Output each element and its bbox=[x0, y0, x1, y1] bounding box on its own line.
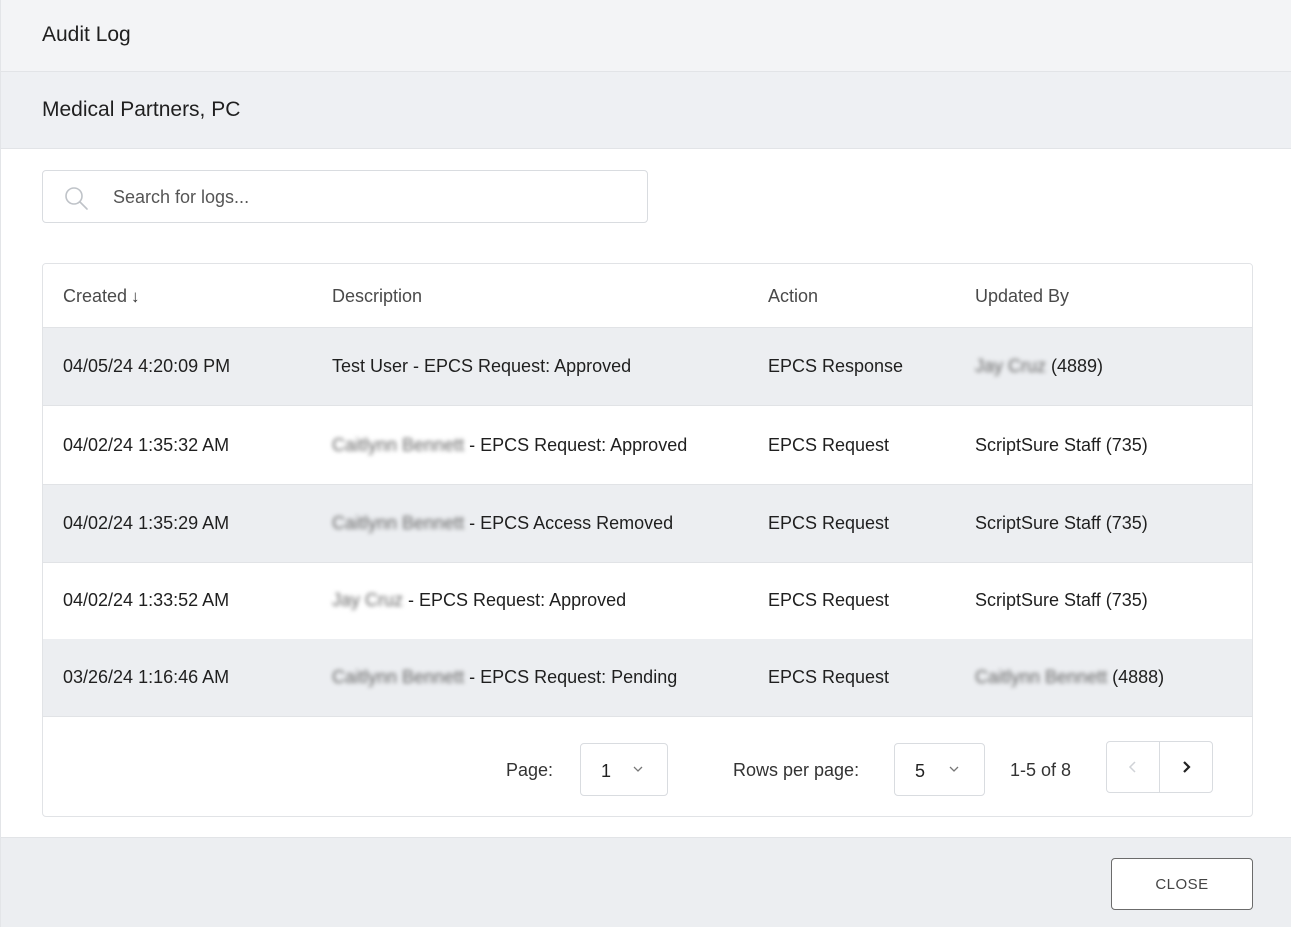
action-cell: EPCS Request bbox=[768, 667, 890, 687]
search-box[interactable] bbox=[42, 170, 648, 223]
action-cell: EPCS Request bbox=[768, 590, 890, 610]
updated-by-cell: ScriptSure Staff (735) bbox=[975, 590, 1148, 611]
column-header-description[interactable]: Description bbox=[332, 286, 422, 307]
description-text: - EPCS Request: Pending bbox=[464, 667, 678, 687]
sort-descending-icon[interactable]: ↓ bbox=[131, 287, 140, 307]
rows-per-page-label: Rows per page: bbox=[733, 760, 860, 780]
close-button[interactable]: CLOSE bbox=[1111, 858, 1253, 910]
updated-by-cell: Caitlynn Bennett (4888) bbox=[975, 667, 1164, 688]
search-input[interactable] bbox=[113, 181, 613, 213]
action-cell: EPCS Request bbox=[768, 435, 890, 455]
column-header-created[interactable]: Created ↓ bbox=[63, 286, 140, 307]
page-value: 1 bbox=[601, 761, 612, 781]
description-cell: Jay Cruz - EPCS Request: Approved bbox=[332, 590, 626, 611]
description-cell: Caitlynn Bennett - EPCS Request: Pending bbox=[332, 667, 677, 688]
description-cell: Caitlynn Bennett - EPCS Request: Approve… bbox=[332, 435, 687, 456]
created-cell: 04/05/24 4:20:09 PM bbox=[63, 356, 231, 376]
updated-by-cell: Jay Cruz (4889) bbox=[975, 356, 1103, 377]
page-range: 1-5 of 8 bbox=[1010, 760, 1072, 780]
updated-by-cell: ScriptSure Staff (735) bbox=[975, 513, 1148, 534]
description-cell: Test User - EPCS Request: Approved bbox=[332, 356, 631, 377]
redacted-name: Caitlynn Bennett bbox=[332, 667, 465, 687]
organization-header: Medical Partners, PC bbox=[1, 72, 1291, 149]
updated-by-text: (4888) bbox=[1107, 667, 1165, 687]
table-row[interactable]: 04/02/24 1:35:32 AM Caitlynn Bennett - E… bbox=[43, 407, 1252, 485]
audit-log-table: Created ↓ Description Action Updated By 0… bbox=[42, 263, 1253, 817]
redacted-name: Caitlynn Bennett bbox=[332, 435, 465, 455]
created-cell: 04/02/24 1:35:32 AM bbox=[63, 435, 230, 455]
chevron-down-icon bbox=[633, 766, 643, 772]
organization-name: Medical Partners, PC bbox=[42, 98, 241, 121]
search-icon bbox=[65, 187, 88, 210]
created-cell: 04/02/24 1:33:52 AM bbox=[63, 590, 230, 610]
rows-per-page-value: 5 bbox=[915, 761, 926, 781]
table-row[interactable]: 03/26/24 1:16:46 AM Caitlynn Bennett - E… bbox=[43, 639, 1252, 717]
created-cell: 04/02/24 1:35:29 AM bbox=[63, 513, 230, 533]
pagination-bar: Page: 1 Rows per page: 5 1-5 of 8 bbox=[43, 718, 1252, 816]
rows-per-page-select[interactable]: 5 bbox=[894, 743, 985, 796]
column-header-action[interactable]: Action bbox=[768, 286, 818, 307]
updated-by-text: ScriptSure Staff (735) bbox=[975, 513, 1148, 533]
page-select[interactable]: 1 bbox=[580, 743, 668, 796]
action-cell: EPCS Response bbox=[768, 356, 904, 376]
updated-by-text: ScriptSure Staff (735) bbox=[975, 590, 1148, 610]
next-page-button[interactable] bbox=[1159, 741, 1213, 793]
redacted-name: Caitlynn Bennett bbox=[332, 513, 465, 533]
audit-log-dialog: Audit Log Medical Partners, PC Created↓ … bbox=[0, 0, 1291, 927]
dialog-footer: CLOSE bbox=[1, 837, 1291, 927]
description-cell: Caitlynn Bennett - EPCS Access Removed bbox=[332, 513, 673, 534]
column-header-updated-by[interactable]: Updated By bbox=[975, 286, 1069, 307]
chevron-down-icon bbox=[949, 766, 959, 772]
created-cell: 03/26/24 1:16:46 AM bbox=[63, 667, 230, 687]
dialog-header: Audit Log bbox=[1, 0, 1291, 72]
chevron-right-icon bbox=[1183, 761, 1191, 773]
table-row[interactable]: 04/05/24 4:20:09 PM Test User - EPCS Req… bbox=[43, 328, 1252, 406]
description-text: - EPCS Request: Approved bbox=[464, 435, 688, 455]
updated-by-text: (4889) bbox=[1046, 356, 1104, 376]
table-row[interactable]: 04/02/24 1:33:52 AM Jay Cruz - EPCS Requ… bbox=[43, 562, 1252, 640]
column-header-label: Created bbox=[63, 286, 128, 306]
description-text: Test User - EPCS Request: Approved bbox=[332, 356, 632, 376]
page-label: Page: bbox=[506, 760, 554, 780]
action-cell: EPCS Request bbox=[768, 513, 890, 533]
previous-page-button[interactable] bbox=[1106, 741, 1160, 793]
redacted-name: Caitlynn Bennett bbox=[975, 667, 1108, 687]
description-text: - EPCS Access Removed bbox=[464, 513, 674, 533]
chevron-left-icon bbox=[1128, 761, 1136, 773]
redacted-name: Jay Cruz bbox=[975, 356, 1047, 376]
redacted-name: Jay Cruz bbox=[332, 590, 404, 610]
updated-by-cell: ScriptSure Staff (735) bbox=[975, 435, 1148, 456]
table-row[interactable]: 04/02/24 1:35:29 AM Caitlynn Bennett - E… bbox=[43, 485, 1252, 563]
table-header: Created ↓ Description Action Updated By bbox=[43, 264, 1252, 328]
dialog-title: Audit Log bbox=[42, 23, 131, 46]
description-text: - EPCS Request: Approved bbox=[403, 590, 627, 610]
updated-by-text: ScriptSure Staff (735) bbox=[975, 435, 1148, 455]
